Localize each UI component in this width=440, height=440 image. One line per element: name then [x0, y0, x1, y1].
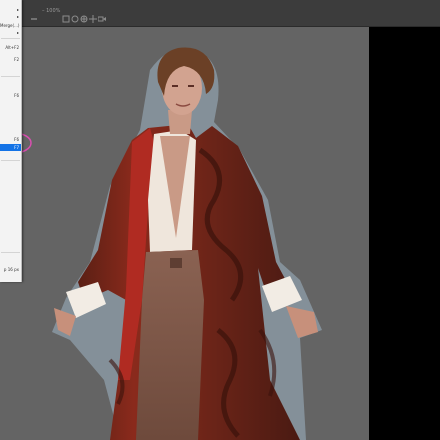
menu-divider	[1, 76, 20, 77]
menu-item[interactable]: ▸	[0, 13, 21, 20]
menu-item-selected[interactable]: F7	[0, 144, 21, 151]
menu-item[interactable]: Alt+F2	[0, 44, 21, 51]
menu-item[interactable]: p 16 px	[0, 266, 21, 273]
menu-item[interactable]: ▸	[0, 6, 21, 13]
menu-item[interactable]: F6	[0, 136, 21, 143]
menu-divider	[1, 252, 20, 253]
menu-item[interactable]: ▸	[0, 29, 21, 36]
menu-item[interactable]: F6	[0, 92, 21, 99]
context-menu: ▸ ▸ Merge(...) ▸ Alt+F2 F2 F6 F6 F7 p 16…	[0, 0, 22, 282]
menu-item[interactable]: Merge(...)	[0, 22, 21, 29]
menu-item[interactable]: F2	[0, 56, 21, 63]
character-illustration	[52, 47, 322, 440]
menu-divider	[1, 160, 20, 161]
menu-divider	[1, 38, 20, 39]
